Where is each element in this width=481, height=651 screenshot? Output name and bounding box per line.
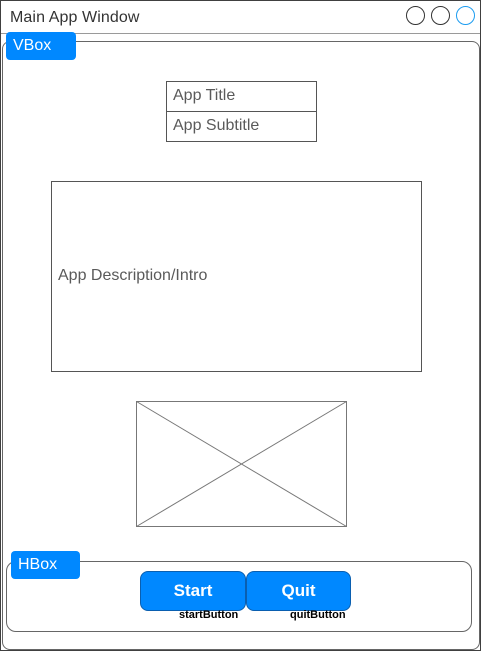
vbox-tag: VBox — [6, 32, 76, 60]
window-control-1[interactable] — [406, 6, 425, 25]
app-subtitle: App Subtitle — [173, 117, 260, 134]
quit-button[interactable]: Quit — [246, 571, 351, 611]
start-button-id-label: startButton — [179, 609, 239, 621]
start-button[interactable]: Start — [140, 571, 246, 611]
description-panel: App Description/Intro — [51, 181, 422, 372]
image-placeholder-icon — [136, 401, 347, 527]
hbox-tag: HBox — [11, 551, 80, 579]
app-description: App Description/Intro — [58, 267, 208, 284]
window-control-3[interactable] — [456, 6, 475, 25]
app-title: App Title — [167, 82, 316, 112]
quit-button-id-label: quitButton — [290, 609, 346, 621]
title-group: App Title App Subtitle — [166, 81, 317, 142]
window-control-2[interactable] — [431, 6, 450, 25]
window-titlebar[interactable]: Main App Window — [1, 1, 480, 34]
window-title: Main App Window — [10, 9, 140, 26]
